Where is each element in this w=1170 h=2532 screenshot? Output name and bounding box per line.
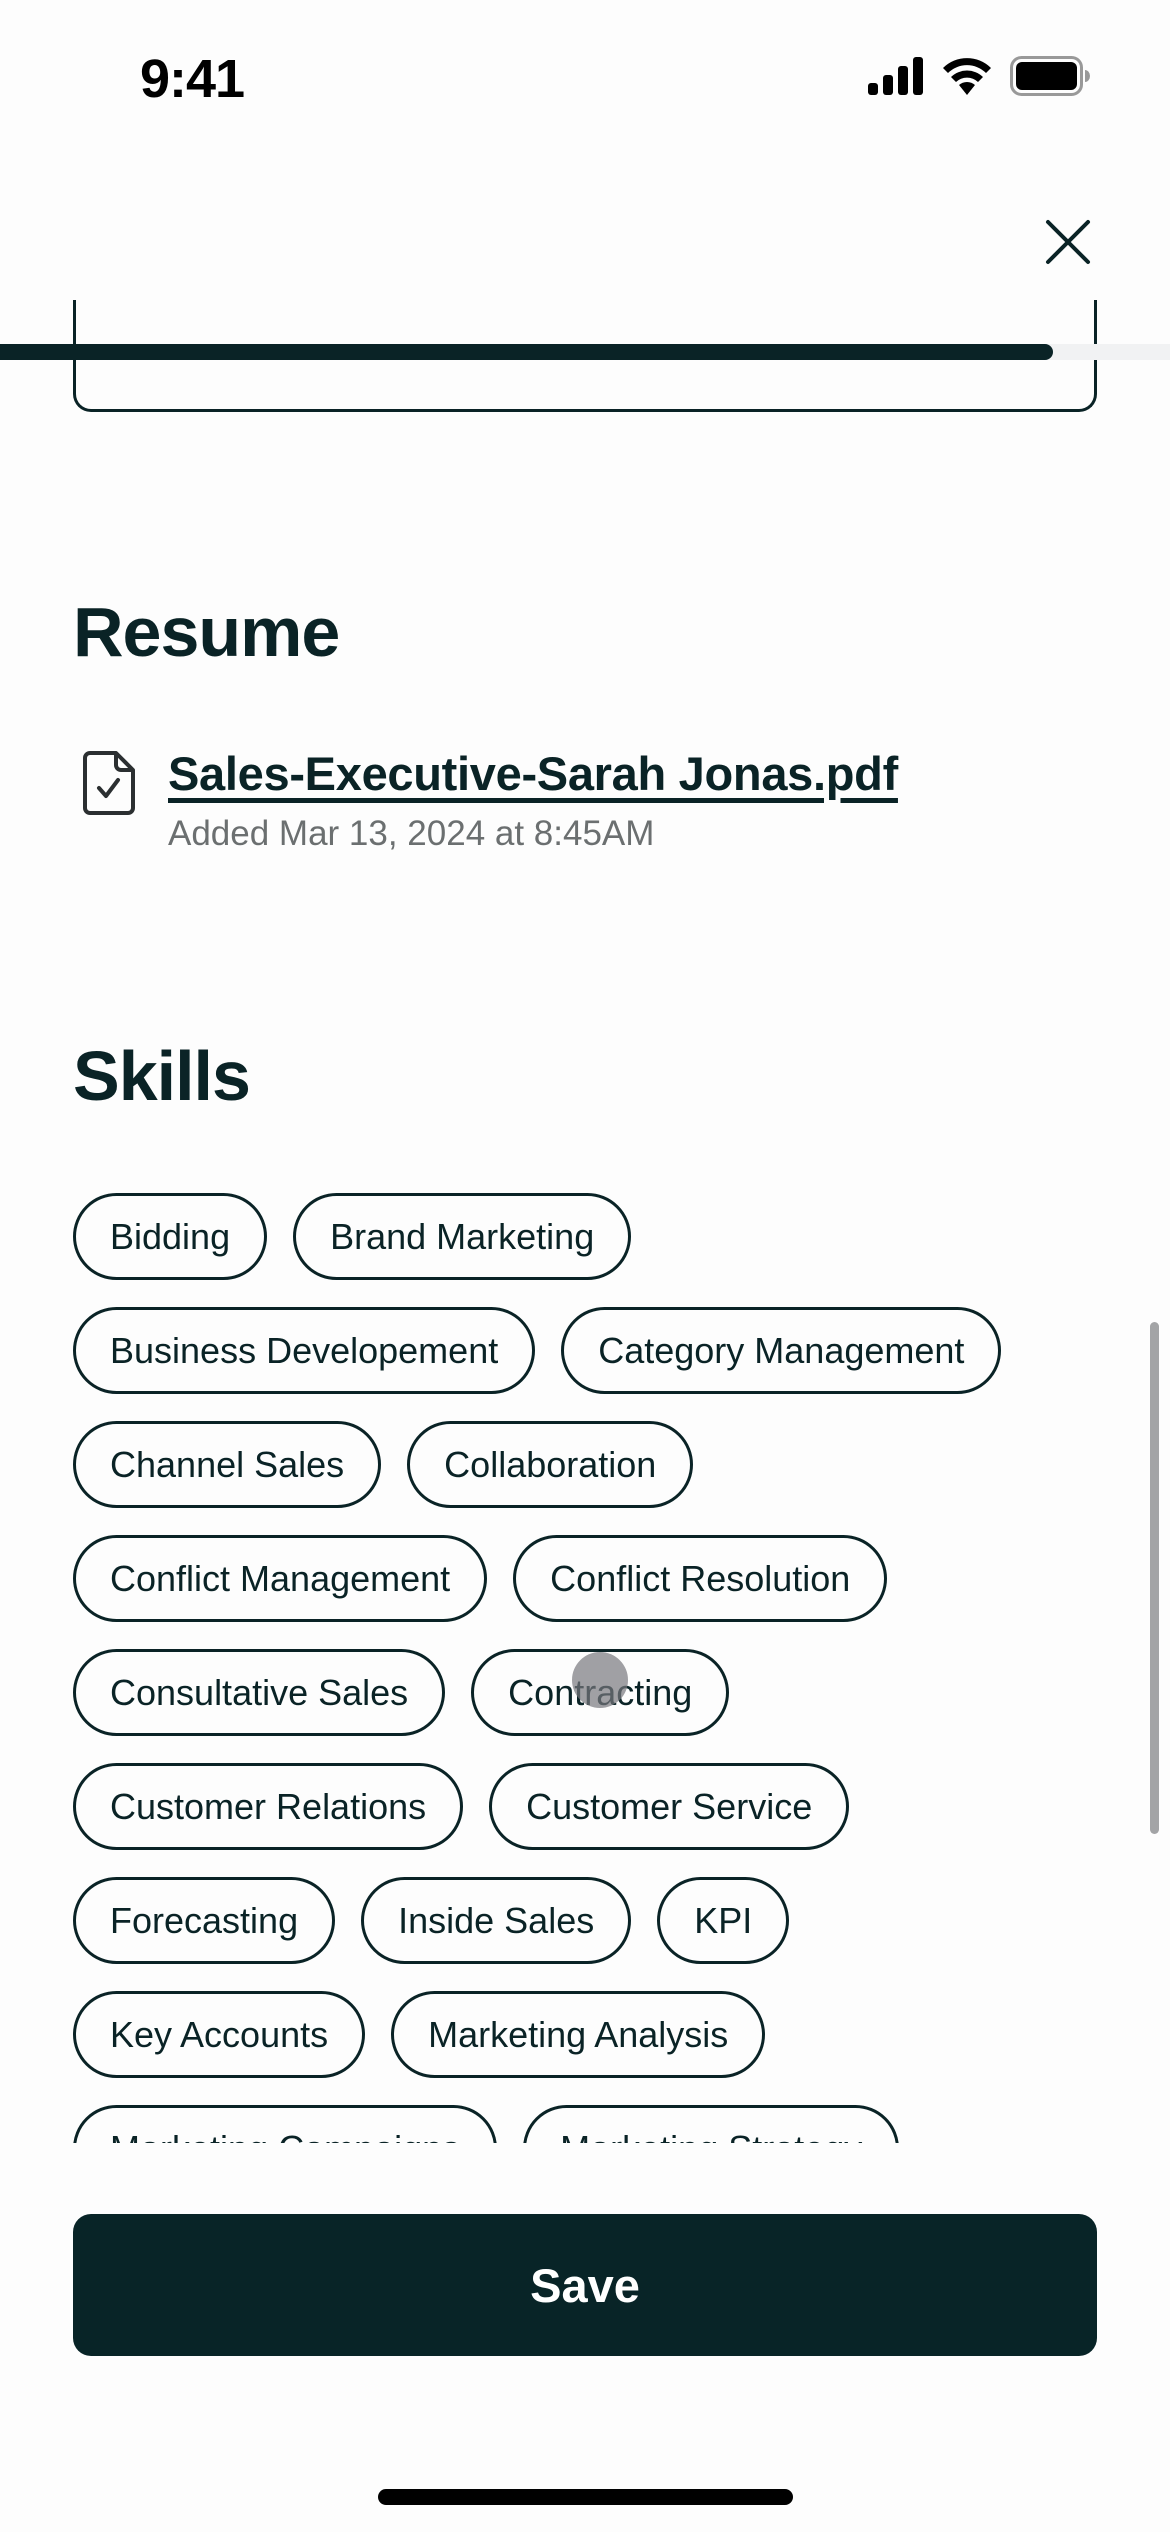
- status-time: 9:41: [140, 49, 245, 109]
- resume-file-link[interactable]: Sales-Executive-Sarah Jonas.pdf: [168, 746, 898, 801]
- skill-chip[interactable]: Consultative Sales: [73, 1649, 446, 1736]
- skill-chip[interactable]: Conflict Resolution: [513, 1535, 888, 1622]
- progress-bar-fill: [0, 344, 1053, 360]
- scrollbar[interactable]: [1150, 1322, 1159, 1834]
- skill-chip[interactable]: Business Developement: [73, 1307, 536, 1394]
- skill-chip[interactable]: Bidding: [73, 1193, 268, 1280]
- skill-chip[interactable]: Marketing Campaigns: [73, 2105, 498, 2143]
- status-icons: [868, 56, 1090, 96]
- document-check-icon: [83, 751, 135, 815]
- skills-list: Bidding Brand Marketing Business Developem…: [73, 1193, 1097, 2143]
- skill-chip[interactable]: Marketing Analysis: [391, 1991, 766, 2078]
- skill-chip[interactable]: Customer Relations: [73, 1763, 464, 1850]
- skill-chip[interactable]: Inside Sales: [361, 1877, 632, 1964]
- wifi-icon: [943, 58, 991, 95]
- skill-chip[interactable]: Collaboration: [407, 1421, 694, 1508]
- skills-section-title: Skills: [73, 1037, 251, 1115]
- save-button[interactable]: Save: [73, 2214, 1097, 2356]
- skill-chip[interactable]: Forecasting: [73, 1877, 336, 1964]
- skill-chip[interactable]: Category Management: [561, 1307, 1002, 1394]
- close-icon: [1046, 220, 1090, 264]
- skill-chip[interactable]: Channel Sales: [73, 1421, 382, 1508]
- battery-icon: [1010, 56, 1090, 96]
- skill-chip[interactable]: Conflict Management: [73, 1535, 488, 1622]
- skill-chip[interactable]: KPI: [657, 1877, 790, 1964]
- resume-added-date: Added Mar 13, 2024 at 8:45AM: [168, 814, 655, 853]
- close-button[interactable]: [1040, 214, 1096, 270]
- cellular-signal-icon: [868, 57, 923, 95]
- skill-chip[interactable]: Contracting: [471, 1649, 730, 1736]
- skill-chip[interactable]: Marketing Strategy: [523, 2105, 900, 2143]
- resume-section-title: Resume: [73, 593, 340, 671]
- skill-chip[interactable]: Customer Service: [489, 1763, 850, 1850]
- status-bar: 9:41: [0, 0, 1170, 140]
- progress-bar: [0, 344, 1170, 360]
- skill-chip[interactable]: Brand Marketing: [293, 1193, 632, 1280]
- home-indicator[interactable]: [378, 2489, 793, 2505]
- skill-chip[interactable]: Key Accounts: [73, 1991, 366, 2078]
